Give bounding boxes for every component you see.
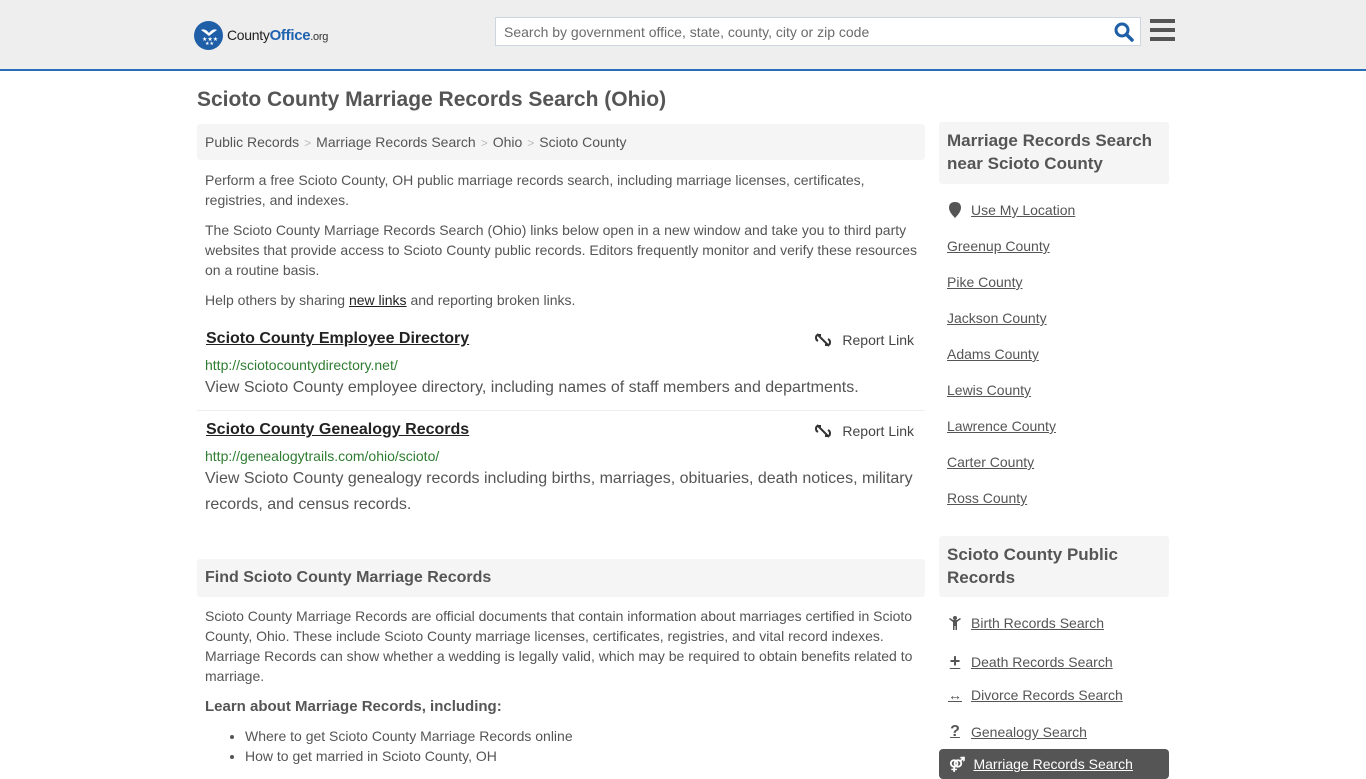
learn-list: Where to get Scioto County Marriage Reco… [245, 726, 573, 766]
breadcrumb-public-records[interactable]: Public Records [205, 134, 299, 150]
breadcrumb-separator: > [304, 136, 312, 150]
arrows-horizontal-icon: ↔ [948, 687, 962, 703]
svg-text:★★: ★★ [205, 41, 214, 46]
result-title-link[interactable]: Scioto County Genealogy Records [206, 421, 469, 439]
breadcrumb-scioto-county[interactable]: Scioto County [539, 134, 626, 150]
breadcrumb-separator: > [480, 136, 488, 150]
nearby-county-link[interactable]: Lawrence County [947, 418, 1056, 434]
result-description: View Scioto County employee directory, i… [205, 379, 859, 396]
logo-text: CountyOffice.org [227, 26, 329, 44]
nearby-county-link[interactable]: Lewis County [947, 382, 1031, 398]
nearby-county-link[interactable]: Adams County [947, 346, 1039, 362]
intro-paragraph-3: Help others by sharing new links and rep… [205, 292, 576, 308]
eagle-logo-icon: ★★★ ★★ [194, 20, 223, 50]
marriage-records-link-active[interactable]: ⚤ Marriage Records Search [939, 749, 1169, 779]
search-icon[interactable] [1114, 22, 1134, 42]
learn-list-item: How to get married in Scioto County, OH [245, 746, 573, 766]
divorce-records-link[interactable]: ↔ Divorce Records Search [947, 687, 1123, 703]
public-records-heading: Scioto County Public Records [939, 536, 1169, 597]
find-records-paragraph: Scioto County Marriage Records are offic… [205, 608, 913, 684]
genealogy-search-link[interactable]: ? Genealogy Search [947, 723, 1087, 741]
report-link-button[interactable]: Report Link [815, 423, 914, 439]
map-marker-icon [947, 202, 963, 218]
learn-heading: Learn about Marriage Records, including: [205, 698, 502, 715]
page-title: Scioto County Marriage Records Search (O… [197, 88, 667, 111]
site-header: ★★★ ★★ CountyOffice.org [0, 0, 1366, 71]
hamburger-menu-icon[interactable] [1150, 19, 1175, 42]
divider [197, 410, 925, 411]
new-links-link[interactable]: new links [349, 292, 407, 308]
site-logo[interactable]: ★★★ ★★ CountyOffice.org [194, 20, 328, 50]
search-input[interactable] [496, 18, 1096, 45]
use-my-location-link[interactable]: Use My Location [947, 202, 1075, 218]
question-icon: ? [950, 723, 960, 740]
result-description: View Scioto County genealogy records inc… [205, 470, 913, 513]
breadcrumb-ohio[interactable]: Ohio [493, 134, 523, 150]
nearby-county-link[interactable]: Ross County [947, 490, 1027, 506]
nearby-county-link[interactable]: Carter County [947, 454, 1034, 470]
breadcrumb-separator: > [527, 136, 535, 150]
search-bar [495, 17, 1141, 46]
result-url[interactable]: http://genealogytrails.com/ohio/scioto/ [205, 448, 439, 464]
nearby-county-link[interactable]: Pike County [947, 274, 1022, 290]
report-link-button[interactable]: Report Link [815, 332, 914, 348]
plus-icon: + [949, 651, 961, 671]
child-icon [947, 616, 963, 630]
death-records-link[interactable]: + Death Records Search [947, 651, 1113, 672]
broken-link-icon [815, 424, 832, 438]
broken-link-icon [815, 333, 832, 347]
venus-mars-icon: ⚤ [949, 755, 966, 772]
result-item: Scioto County Genealogy Records Report L… [197, 421, 925, 521]
nearby-county-link[interactable]: Jackson County [947, 310, 1047, 326]
intro-paragraph-1: Perform a free Scioto County, OH public … [205, 172, 865, 208]
result-url[interactable]: http://sciotocountydirectory.net/ [205, 357, 398, 373]
result-title-link[interactable]: Scioto County Employee Directory [206, 330, 469, 348]
intro-paragraph-2: The Scioto County Marriage Records Searc… [205, 222, 918, 278]
breadcrumb: Public Records > Marriage Records Search > O… [197, 124, 925, 160]
learn-list-item: Where to get Scioto County Marriage Reco… [245, 726, 573, 746]
nearby-heading: Marriage Records Search near Scioto Coun… [939, 122, 1169, 184]
birth-records-link[interactable]: Birth Records Search [947, 615, 1104, 631]
result-item: Scioto County Employee Directory Report … [197, 330, 925, 410]
breadcrumb-marriage-records[interactable]: Marriage Records Search [316, 134, 476, 150]
nearby-county-link[interactable]: Greenup County [947, 238, 1050, 254]
find-records-heading: Find Scioto County Marriage Records [197, 559, 925, 597]
